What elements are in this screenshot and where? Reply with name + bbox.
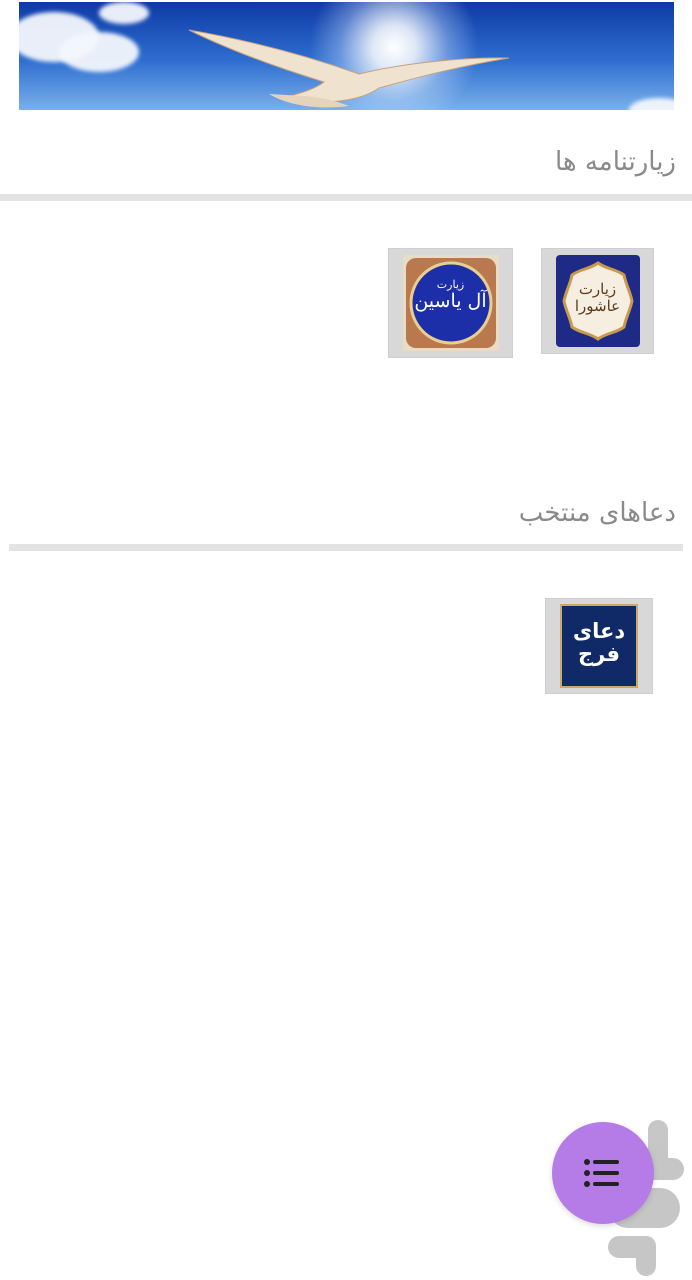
dua-faraj-artwork: دعای فرج xyxy=(560,604,638,688)
section-divider xyxy=(9,544,683,551)
section-title-duas: دعاهای منتخب xyxy=(518,498,676,528)
tile-label-line2: آل یاسین xyxy=(414,290,487,313)
tile-label-line1: زیارت xyxy=(578,280,617,298)
dove-icon xyxy=(188,29,510,108)
tile-label-line2: عاشورا xyxy=(574,296,621,315)
ziyarat-ashura-tile[interactable]: زیارت عاشورا xyxy=(541,248,654,354)
list-menu-icon xyxy=(584,1159,619,1187)
dua-faraj-tile[interactable]: دعای فرج xyxy=(545,598,653,694)
tile-label-line1: دعای xyxy=(572,619,626,643)
ziyarat-ashura-artwork: زیارت عاشورا xyxy=(555,255,640,347)
header-banner-image xyxy=(19,2,674,110)
section-divider xyxy=(0,194,692,201)
ziyarat-aleyasin-artwork: زیارت آل یاسین xyxy=(402,255,499,351)
ziyarat-aleyasin-tile[interactable]: زیارت آل یاسین xyxy=(388,248,513,358)
menu-fab-button[interactable] xyxy=(552,1122,654,1224)
tile-label-line2: فرج xyxy=(578,642,620,667)
section-title-ziyarat: زیارتنامه ها xyxy=(554,147,676,177)
